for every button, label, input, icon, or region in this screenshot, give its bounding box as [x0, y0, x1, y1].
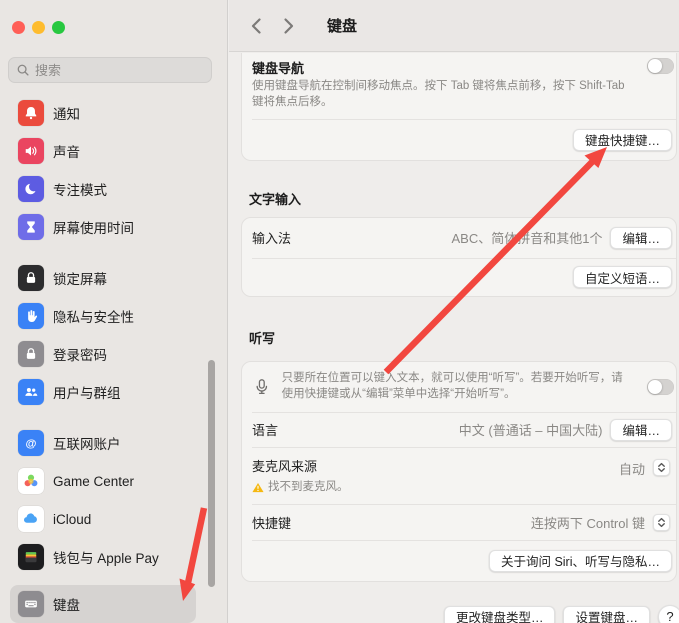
text-input-section-title: 文字输入: [249, 189, 677, 208]
language-label: 语言: [252, 420, 278, 439]
mic-source-label: 麦克风来源: [252, 459, 317, 474]
mic-source-warning: 找不到麦克风。: [268, 480, 349, 496]
game-center-icon: [18, 468, 44, 494]
sidebar-item-wallet[interactable]: 钱包与 Apple Pay: [10, 538, 196, 576]
lock-icon: [18, 265, 44, 291]
lock-icon: [18, 341, 44, 367]
search-icon: [16, 63, 30, 77]
sidebar-item-internet-accounts[interactable]: @ 互联网账户: [10, 424, 196, 462]
dictation-shortcut-dropdown[interactable]: [653, 514, 670, 531]
window-controls: [12, 21, 65, 34]
keyboard-navigation-toggle[interactable]: [647, 58, 674, 74]
sidebar-list: 通知 声音 专注模式 屏幕使用时间: [10, 94, 206, 623]
sidebar-item-label: 键盘: [53, 594, 80, 614]
dictation-shortcut-label: 快捷键: [252, 513, 291, 532]
users-icon: [18, 379, 44, 405]
dictation-toggle[interactable]: [647, 379, 674, 395]
sidebar-item-screen-time[interactable]: 屏幕使用时间: [10, 208, 196, 246]
dictation-card: 只要所在位置可以键入文本，就可以使用“听写”。若要开始听写，请使用快捷键或从“编…: [241, 361, 677, 582]
custom-phrases-button[interactable]: 自定义短语…: [573, 266, 672, 288]
chevron-left-icon: [250, 17, 263, 35]
sidebar-item-lock-screen[interactable]: 锁定屏幕: [10, 259, 196, 297]
setup-keyboard-button[interactable]: 设置键盘…: [563, 606, 650, 623]
sidebar-item-label: iCloud: [53, 512, 91, 527]
settings-scroll-area: 键盘导航 使用键盘导航在控制间移动焦点。按下 Tab 键将焦点前移，按下 Shi…: [229, 53, 679, 623]
about-siri-dictation-privacy-button[interactable]: 关于询问 Siri、听写与隐私…: [489, 550, 672, 572]
dictation-shortcut-value: 连按两下 Control 键: [531, 513, 645, 532]
dictation-description: 只要所在位置可以键入文本，就可以使用“听写”。若要开始听写，请使用快捷键或从“编…: [282, 371, 627, 403]
chevron-up-down-icon: [656, 462, 667, 473]
input-method-value: ABC、简体拼音和其他1个: [452, 228, 603, 247]
dictation-section-title: 听写: [249, 328, 677, 347]
sidebar-item-login-password[interactable]: 登录密码: [10, 335, 196, 373]
sidebar-item-keyboard[interactable]: 键盘: [10, 585, 196, 623]
sidebar-item-label: 互联网账户: [53, 433, 121, 453]
sidebar-item-label: 登录密码: [53, 344, 107, 364]
search-input[interactable]: [35, 63, 195, 78]
speaker-icon: [18, 138, 44, 164]
wallet-icon: [18, 544, 44, 570]
sidebar-item-label: 隐私与安全性: [53, 306, 134, 326]
content-pane: 键盘 键盘导航 使用键盘导航在控制间移动焦点。按下 Tab 键将焦点前移，按下 …: [229, 0, 679, 623]
chevron-right-icon: [282, 17, 295, 35]
page-title: 键盘: [327, 15, 357, 36]
hand-icon: [18, 303, 44, 329]
sidebar-item-label: 钱包与 Apple Pay: [53, 547, 159, 567]
sidebar: 通知 声音 专注模式 屏幕使用时间: [0, 0, 228, 623]
sidebar-scrollbar[interactable]: [208, 360, 215, 587]
sidebar-item-icloud[interactable]: iCloud: [10, 500, 196, 538]
sidebar-item-label: 锁定屏幕: [53, 268, 107, 288]
footer-actions: 更改键盘类型… 设置键盘… ?: [241, 605, 677, 623]
sidebar-item-users-groups[interactable]: 用户与群组: [10, 373, 196, 411]
keyboard-navigation-card: 键盘导航 使用键盘导航在控制间移动焦点。按下 Tab 键将焦点前移，按下 Shi…: [241, 53, 677, 161]
back-button[interactable]: [247, 16, 265, 36]
forward-button[interactable]: [279, 16, 297, 36]
sidebar-item-label: 用户与群组: [53, 382, 121, 402]
sidebar-item-notifications[interactable]: 通知: [10, 94, 196, 132]
sidebar-item-label: 声音: [53, 141, 80, 161]
keyboard-icon: [18, 591, 44, 617]
mic-source-group: 麦克风来源 找不到麦克风。: [252, 456, 349, 496]
input-method-label: 输入法: [252, 228, 291, 247]
sidebar-item-label: 通知: [53, 103, 80, 123]
content-header: 键盘: [229, 0, 679, 52]
sidebar-item-label: 屏幕使用时间: [53, 217, 134, 237]
sidebar-item-focus[interactable]: 专注模式: [10, 170, 196, 208]
hourglass-icon: [18, 214, 44, 240]
toggle-knob: [648, 380, 662, 394]
microphone-icon: [252, 375, 272, 399]
text-input-card: 输入法 ABC、简体拼音和其他1个 编辑… 自定义短语…: [241, 217, 677, 297]
sidebar-item-label: 专注模式: [53, 179, 107, 199]
zoom-window-button[interactable]: [52, 21, 65, 34]
input-method-edit-button[interactable]: 编辑…: [610, 227, 672, 249]
moon-icon: [18, 176, 44, 202]
sidebar-item-label: Game Center: [53, 474, 134, 489]
mic-source-value: 自动: [619, 459, 645, 478]
cloud-icon: [18, 506, 44, 532]
bell-icon: [18, 100, 44, 126]
chevron-up-down-icon: [656, 517, 667, 528]
search-box[interactable]: [8, 57, 212, 83]
sidebar-item-game-center[interactable]: Game Center: [10, 462, 196, 500]
help-button[interactable]: ?: [658, 605, 679, 623]
change-keyboard-type-button[interactable]: 更改键盘类型…: [444, 606, 556, 623]
mic-source-dropdown[interactable]: [653, 459, 670, 476]
toggle-knob: [648, 59, 662, 73]
keyboard-navigation-description: 使用键盘导航在控制间移动焦点。按下 Tab 键将焦点前移，按下 Shift-Ta…: [242, 77, 648, 119]
sidebar-item-privacy-security[interactable]: 隐私与安全性: [10, 297, 196, 335]
warning-icon: [252, 482, 264, 493]
at-icon: @: [18, 430, 44, 456]
language-value: 中文 (普通话 – 中国大陆): [459, 420, 603, 439]
sidebar-item-sound[interactable]: 声音: [10, 132, 196, 170]
keyboard-shortcuts-button[interactable]: 键盘快捷键…: [573, 129, 672, 151]
svg-text:@: @: [26, 438, 37, 450]
close-window-button[interactable]: [12, 21, 25, 34]
keyboard-navigation-label: 键盘导航: [252, 58, 304, 77]
system-settings-window: 通知 声音 专注模式 屏幕使用时间: [0, 0, 679, 623]
minimize-window-button[interactable]: [32, 21, 45, 34]
language-edit-button[interactable]: 编辑…: [610, 419, 672, 441]
